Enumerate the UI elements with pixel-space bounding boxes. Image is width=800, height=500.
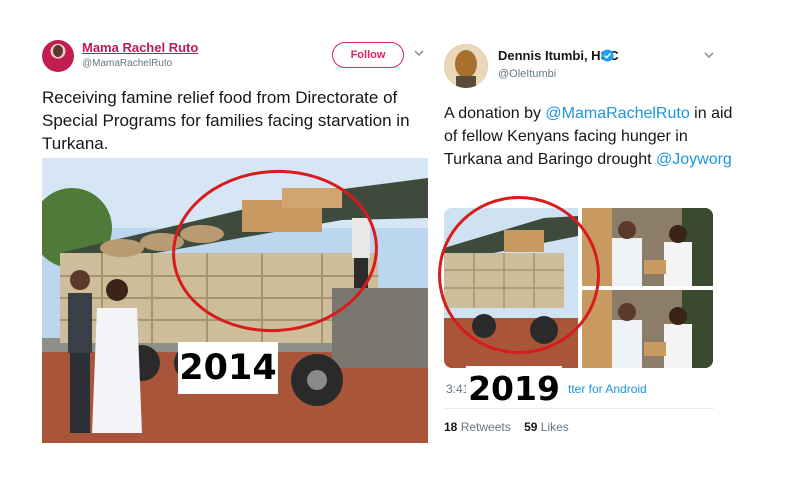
retweets-stat[interactable]: 18 Retweets: [444, 420, 511, 434]
follow-button[interactable]: Follow: [332, 42, 404, 68]
retweets-label: Retweets: [460, 420, 511, 434]
truck-photo-left[interactable]: [42, 158, 428, 443]
chevron-down-icon[interactable]: [412, 46, 426, 60]
year-label-2014: 2014: [178, 342, 278, 394]
handshake-photo-bottom[interactable]: [582, 290, 713, 368]
tweet-text-right: A donation by @MamaRachelRuto in aid of …: [444, 102, 744, 171]
avatar-dennis-itumbi[interactable]: [444, 44, 488, 88]
tweet-stats: 18 Retweets 59 Likes: [444, 420, 569, 434]
tweet-text-prefix: A donation by: [444, 105, 546, 122]
retweets-count: 18: [444, 420, 458, 434]
likes-label: Likes: [540, 420, 569, 434]
likes-stat[interactable]: 59 Likes: [524, 420, 569, 434]
handshake-photo-bottom-illustration: [582, 290, 713, 368]
handshake-photo-top[interactable]: [582, 208, 713, 286]
truck-photo-illustration: [42, 158, 428, 443]
stats-divider: [444, 408, 714, 409]
avatar-illustration: [444, 44, 488, 88]
verified-badge-icon: [601, 49, 614, 62]
truck-photo-right[interactable]: [444, 208, 578, 368]
tweet-text-left: Receiving famine relief food from Direct…: [42, 88, 410, 153]
chevron-down-icon[interactable]: [702, 48, 716, 62]
author-handle-left[interactable]: @MamaRachelRuto: [82, 58, 172, 69]
author-name-left[interactable]: Mama Rachel Ruto: [82, 40, 198, 55]
mention-link-joyworg[interactable]: @Joyworg: [656, 151, 732, 168]
likes-count: 59: [524, 420, 538, 434]
avatar-mama-rachel-ruto[interactable]: [42, 40, 74, 72]
author-handle-right[interactable]: @OleItumbi: [498, 68, 556, 80]
truck-photo-right-illustration: [444, 208, 578, 368]
tweet-source-link[interactable]: tter for Android: [568, 382, 647, 396]
year-label-2019: 2019: [466, 366, 562, 410]
mention-link-mamarachelruto[interactable]: @MamaRachelRuto: [545, 105, 689, 122]
handshake-photo-top-illustration: [582, 208, 713, 286]
